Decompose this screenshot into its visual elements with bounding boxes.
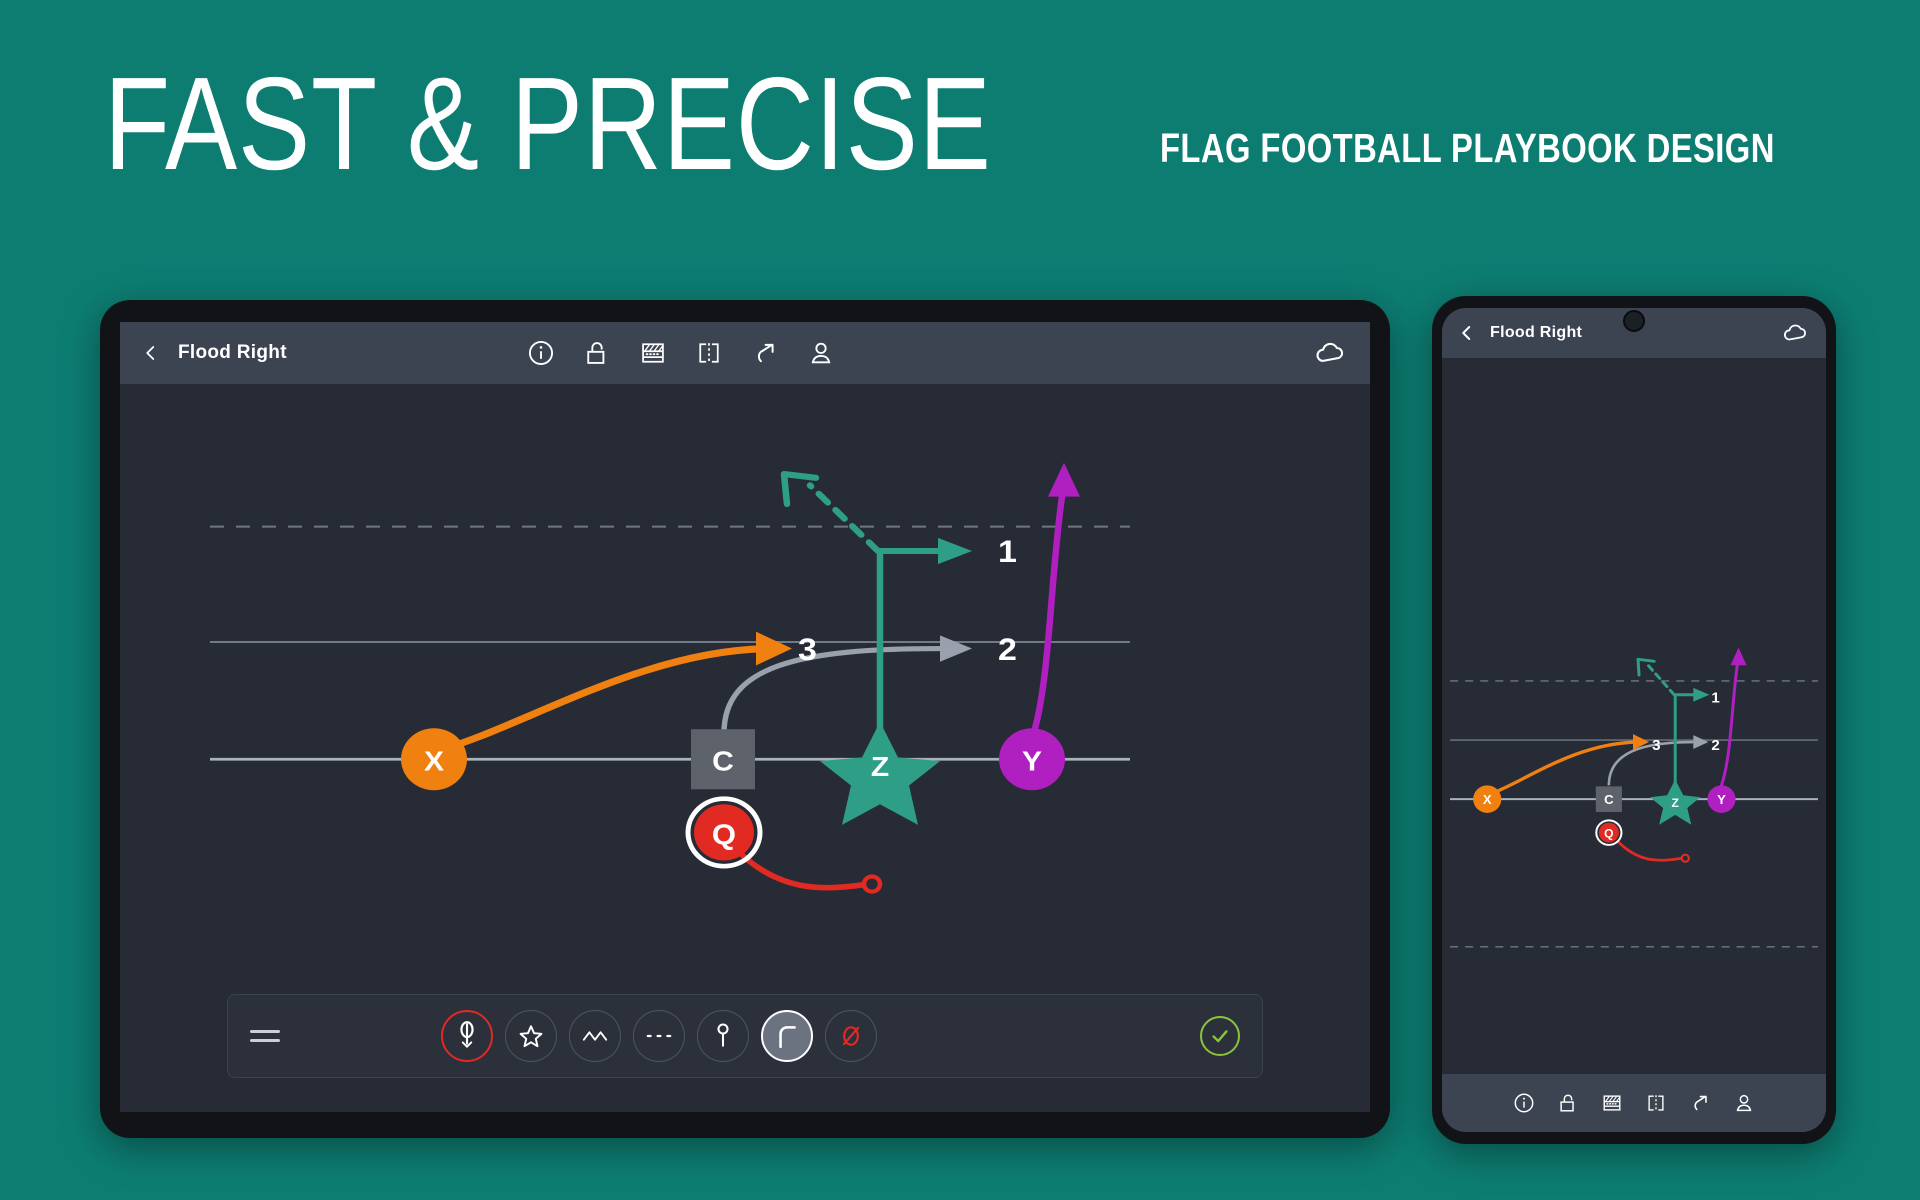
play-title: Flood Right [1490, 324, 1583, 341]
player-icon[interactable] [1733, 1092, 1755, 1114]
player-token-c[interactable]: C [691, 729, 755, 790]
mirror-icon[interactable] [1645, 1092, 1667, 1114]
page-title: FAST & PRECISE [104, 50, 992, 197]
tablet-screen: Flood Right 1 2 3 X C Z Y Q [120, 322, 1370, 1112]
route-label-2: 2 [1711, 737, 1719, 754]
player-token-x[interactable]: X [1473, 785, 1502, 813]
confirm-check-icon[interactable] [1199, 1016, 1240, 1056]
player-token-z[interactable]: Z [1650, 779, 1701, 825]
tablet-header-tools [527, 339, 835, 367]
field-icon[interactable] [639, 339, 667, 367]
route-label-1: 1 [998, 533, 1017, 569]
player-token-q[interactable]: Q [1595, 819, 1623, 846]
player-label-z: Z [871, 752, 889, 783]
player-label-y: Y [1717, 792, 1726, 807]
route-z-arrowhead [1693, 687, 1710, 702]
route-z-arrowhead [938, 537, 972, 565]
phone-screen: Flood Right 1 2 3 X C Z Y Q [1442, 308, 1826, 1132]
player-label-x: X [1483, 792, 1492, 807]
mirror-icon[interactable] [695, 339, 723, 367]
play-diagram-small[interactable]: 1 2 3 X C Z Y Q [1442, 358, 1826, 1132]
dashed-line-icon[interactable] [633, 1010, 686, 1062]
curve-icon[interactable] [761, 1010, 814, 1062]
route-label-2: 2 [998, 631, 1017, 667]
page-subtitle: FLAG FOOTBALL PLAYBOOK DESIGN [1160, 125, 1775, 171]
route-q [1617, 841, 1683, 862]
cloud-icon[interactable] [1314, 336, 1348, 370]
route-y-arrowhead [1048, 462, 1080, 497]
star-icon[interactable] [505, 1010, 558, 1062]
route-z-option [1646, 663, 1676, 697]
tablet-tool-palette [227, 994, 1263, 1078]
cloud-icon[interactable] [1782, 320, 1810, 346]
play-title: Flood Right [178, 342, 287, 363]
pin-icon[interactable] [697, 1010, 750, 1062]
player-label-c: C [712, 746, 734, 777]
phone-device-frame: Flood Right 1 2 3 X C Z Y Q [1432, 296, 1836, 1144]
tablet-app-header: Flood Right [120, 322, 1370, 384]
player-label-c: C [1604, 792, 1613, 807]
back-chevron-icon[interactable] [1458, 324, 1476, 342]
player-token-z[interactable]: Z [820, 721, 940, 825]
player-label-y: Y [1022, 746, 1042, 777]
info-icon[interactable] [1513, 1092, 1535, 1114]
player-token-q[interactable]: Q [685, 796, 763, 869]
player-icon[interactable] [807, 339, 835, 367]
phone-bottom-toolbar [1442, 1074, 1826, 1132]
player-label-x: X [424, 746, 445, 777]
player-label-q: Q [1604, 827, 1613, 841]
route-q [737, 850, 865, 891]
route-label-3: 3 [1652, 737, 1660, 754]
promo-stage: FAST & PRECISE FLAG FOOTBALL PLAYBOOK DE… [0, 0, 1920, 1200]
field-icon[interactable] [1601, 1092, 1623, 1114]
route-c [1607, 740, 1694, 786]
route-z-option [806, 482, 882, 555]
player-token-y[interactable]: Y [999, 728, 1065, 791]
resize-arrow-icon[interactable] [1689, 1092, 1711, 1114]
route-c-arrowhead [1693, 735, 1709, 749]
player-label-z: Z [1672, 796, 1679, 810]
tablet-tool-group [441, 1010, 878, 1062]
player-token-c[interactable]: C [1595, 786, 1622, 812]
route-q-icon[interactable] [441, 1010, 494, 1062]
resize-arrow-icon[interactable] [751, 339, 779, 367]
tablet-device-frame: Flood Right 1 2 3 X C Z Y Q [100, 300, 1390, 1138]
block-icon[interactable] [825, 1010, 878, 1062]
route-label-3: 3 [798, 631, 817, 667]
player-token-y[interactable]: Y [1707, 785, 1736, 813]
route-y [1028, 493, 1066, 742]
unlock-icon[interactable] [583, 339, 611, 367]
player-label-q: Q [712, 819, 736, 851]
phone-play-canvas[interactable]: 1 2 3 X C Z Y Q [1442, 358, 1826, 1132]
palette-menu-button[interactable] [250, 1030, 280, 1042]
info-icon[interactable] [527, 339, 555, 367]
player-token-x[interactable]: X [401, 728, 467, 791]
back-chevron-icon[interactable] [142, 344, 160, 362]
route-x-arrowhead [756, 631, 792, 666]
phone-camera-notch [1623, 310, 1645, 332]
route-q-endpoint [861, 874, 883, 894]
route-label-1: 1 [1711, 690, 1719, 707]
route-y-arrowhead [1730, 647, 1747, 666]
zigzag-icon[interactable] [569, 1010, 622, 1062]
unlock-icon[interactable] [1557, 1092, 1579, 1114]
route-c-arrowhead [940, 635, 972, 662]
route-q-endpoint [1680, 853, 1690, 863]
